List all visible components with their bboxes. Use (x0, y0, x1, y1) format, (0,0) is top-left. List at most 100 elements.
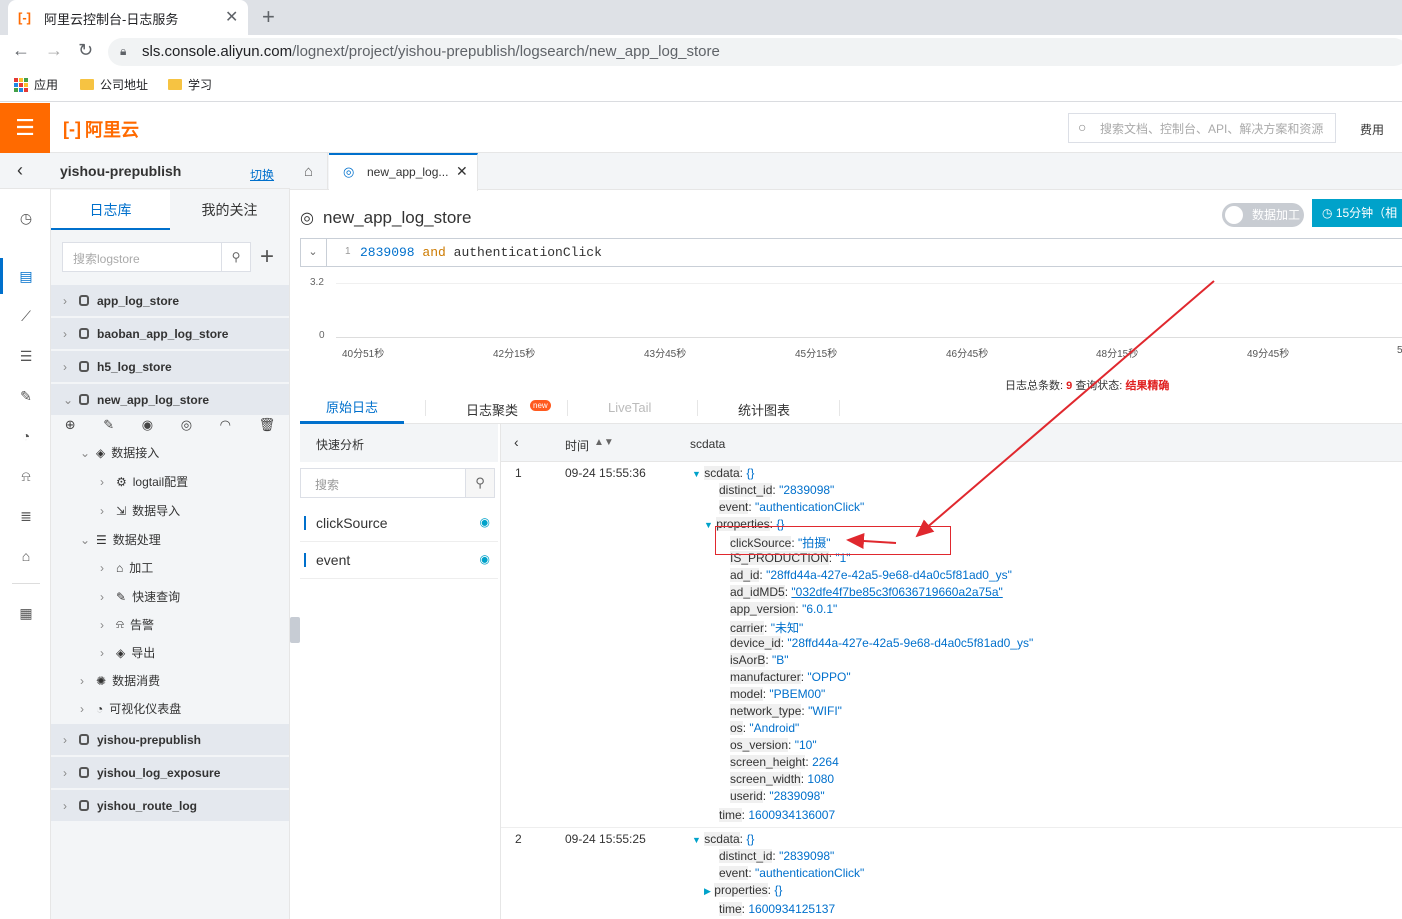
chevron-down-icon[interactable]: ⌄ (300, 238, 327, 267)
logstore-item[interactable]: › yishou-prepublish (51, 724, 289, 755)
search-icon[interactable]: ⊕ (65, 417, 76, 433)
bookmark-apps[interactable]: 应用 (14, 76, 58, 93)
collapse-left-icon[interactable]: ‹ (514, 434, 519, 450)
tab-log-cluster[interactable]: 日志聚类 (466, 400, 518, 419)
json-field[interactable]: device_id: "28ffd44a-427e-42a5-9e68-d4a0… (730, 636, 1033, 650)
tree-data-process[interactable]: ⌄ ☰ 数据处理 (80, 531, 161, 548)
json-field[interactable]: userid: "2839098" (730, 789, 825, 803)
logstore-icon[interactable]: ▤ (16, 266, 36, 286)
reload-icon[interactable]: ↻ (78, 40, 93, 61)
eye-icon[interactable]: ◉ (480, 515, 490, 529)
json-field[interactable]: network_type: "WIFI" (730, 704, 842, 718)
eye-icon[interactable]: ◉ (142, 417, 153, 433)
json-field[interactable]: os: "Android" (730, 721, 799, 735)
json-field[interactable]: event: "authenticationClick" (719, 500, 864, 514)
tab-statistics-chart[interactable]: 统计图表 (738, 400, 790, 419)
field-search-button[interactable]: ⚲ (465, 468, 495, 498)
logstore-item[interactable]: › h5_log_store (51, 351, 289, 382)
tab-livetail[interactable]: LiveTail (608, 400, 651, 415)
alert-bell-icon[interactable]: ⍾ (16, 466, 36, 486)
json-field[interactable]: distinct_id: "2839098" (719, 849, 834, 863)
add-logstore-icon[interactable]: + (260, 243, 274, 271)
dashboard-gauge-icon[interactable]: ◠ (220, 417, 231, 433)
tree-dashboard[interactable]: › ◔ 可视化仪表盘 (80, 700, 181, 717)
forward-icon[interactable]: → (45, 40, 63, 61)
eye-icon[interactable]: ◉ (480, 552, 490, 566)
logstore-search-button[interactable]: ⚲ (221, 242, 251, 272)
json-field[interactable]: screen_height: 2264 (730, 755, 839, 769)
collapse-triangle-icon[interactable]: ▼ (704, 520, 713, 530)
json-field[interactable]: event: "authenticationClick" (719, 866, 864, 880)
clock-icon[interactable]: ◷ (16, 208, 36, 228)
monitor-icon[interactable]: ◎ (181, 417, 192, 433)
tab-favorites[interactable]: 我的关注 (170, 190, 289, 230)
json-field[interactable]: carrier: "未知" (730, 619, 803, 636)
machine-group-icon[interactable]: ☰ (16, 346, 36, 366)
line-chart-icon[interactable]: ⟋ (16, 306, 36, 326)
logstore-item[interactable]: › app_log_store (51, 285, 289, 316)
json-field[interactable]: screen_width: 1080 (730, 772, 834, 786)
tree-consume[interactable]: › ✺ 数据消费 (80, 672, 160, 689)
tree-alert[interactable]: › ⍾ 告警 (100, 616, 154, 633)
aliyun-logo[interactable]: [-] 阿里云 (63, 116, 139, 142)
tab-raw-logs[interactable]: 原始日志 (300, 394, 404, 424)
sort-icon[interactable]: ▲▼ (594, 437, 614, 448)
json-node-scdata[interactable]: ▼ scdata: {} (692, 832, 754, 846)
json-colon: : (739, 832, 743, 846)
pie-chart-icon[interactable]: ◔ (16, 426, 36, 446)
collapse-triangle-icon[interactable]: ▼ (692, 469, 701, 479)
time-range-button[interactable]: ◷ 15分钟（相 (1312, 199, 1402, 227)
json-field[interactable]: distinct_id: "2839098" (719, 483, 834, 497)
new-tab-icon[interactable]: + (262, 4, 275, 30)
home-icon[interactable]: ⌂ (290, 153, 328, 190)
tree-transform[interactable]: › ⌂ 加工 (100, 559, 153, 576)
close-tab-icon[interactable]: ✕ (225, 7, 238, 27)
bookmark-company[interactable]: 公司地址 (80, 76, 148, 93)
tree-export[interactable]: › ◈ 导出 (100, 644, 155, 661)
list-icon[interactable]: ≣ (16, 506, 36, 526)
field-search-input[interactable]: 搜索 (300, 468, 466, 498)
sidebar-collapse-handle[interactable] (290, 617, 300, 643)
json-field[interactable]: time: 1600934125137 (719, 902, 835, 916)
json-field[interactable]: time: 1600934136007 (719, 808, 835, 822)
url-text[interactable]: sls.console.aliyun.com/lognext/project/y… (142, 43, 720, 60)
tab-logstores[interactable]: 日志库 (51, 190, 170, 230)
logstore-item-active[interactable]: ⌄ new_app_log_store (51, 384, 289, 415)
back-arrow-icon[interactable]: ‹ (17, 160, 23, 181)
expand-triangle-icon[interactable]: ▶ (704, 886, 711, 896)
trash-icon[interactable]: 🗑︎ (259, 417, 276, 433)
logstore-search-input[interactable]: 搜索logstore (62, 242, 222, 272)
fee-link[interactable]: 费用 (1360, 121, 1384, 138)
json-field[interactable]: isAorB: "B" (730, 653, 789, 667)
tree-data-ingest[interactable]: ⌄ ◈ 数据接入 (80, 444, 159, 461)
back-icon[interactable]: ← (12, 40, 30, 61)
report-icon[interactable]: ▦ (16, 603, 36, 623)
switch-project-link[interactable]: 切换 (250, 166, 274, 183)
json-field[interactable]: ad_idMD5: "032dfe4f7be85c3f0636719660a2a… (730, 585, 1003, 599)
close-icon[interactable]: ✕ (456, 163, 468, 180)
json-field[interactable]: os_version: "10" (730, 738, 817, 752)
field-item[interactable]: clickSource ◉ (300, 505, 498, 542)
menu-icon[interactable]: ☰ (0, 103, 50, 153)
tree-data-import[interactable]: › ⇲ 数据导入 (100, 502, 180, 519)
json-field[interactable]: ad_id: "28ffd44a-427e-42a5-9e68-d4a0c5f8… (730, 568, 1012, 582)
query-text[interactable]: 2839098 and authenticationClick (360, 245, 602, 260)
tree-logtail[interactable]: › ⚙︎ logtail配置 (100, 473, 188, 490)
tree-quick-query[interactable]: › ✎ 快速查询 (100, 588, 180, 605)
json-field[interactable]: app_version: "6.0.1" (730, 602, 837, 616)
json-field[interactable]: manufacturer: "OPPO" (730, 670, 851, 684)
edit-icon[interactable]: ✎ (103, 417, 114, 433)
bookmark-study[interactable]: 学习 (168, 76, 212, 93)
json-node-scdata[interactable]: ▼ scdata: {} (692, 466, 754, 480)
json-node-properties[interactable]: ▶ properties: {} (704, 883, 782, 897)
logstore-item[interactable]: › baoban_app_log_store (51, 318, 289, 349)
time-column-header[interactable]: 时间 (565, 437, 589, 454)
logstore-item[interactable]: › yishou_log_exposure (51, 757, 289, 788)
collapse-triangle-icon[interactable]: ▼ (692, 835, 701, 845)
logstore-item[interactable]: › yishou_route_log (51, 790, 289, 821)
tools-icon[interactable]: ⌂ (16, 546, 36, 566)
json-field[interactable]: model: "PBEM00" (730, 687, 825, 701)
field-item[interactable]: event ◉ (300, 542, 498, 579)
edit-doc-icon[interactable]: ✎ (16, 386, 36, 406)
log-histogram[interactable] (300, 270, 1402, 374)
